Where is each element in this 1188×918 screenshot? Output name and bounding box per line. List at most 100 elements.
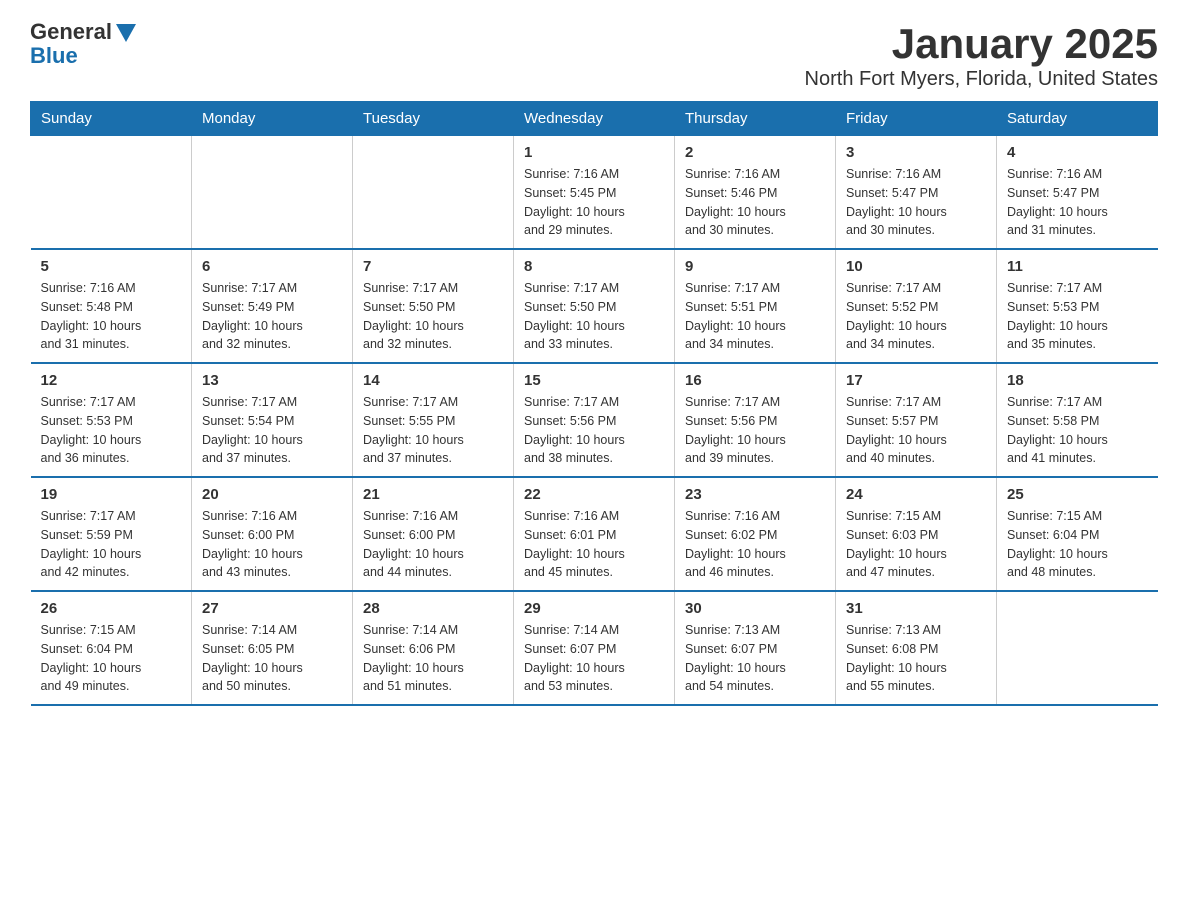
day-info: Sunrise: 7:17 AMSunset: 5:50 PMDaylight:… [524, 279, 664, 354]
weekday-header-saturday: Saturday [997, 102, 1158, 136]
day-number: 13 [202, 372, 342, 389]
calendar-cell: 21 Sunrise: 7:16 AMSunset: 6:00 PMDayligh… [353, 477, 514, 591]
day-number: 5 [41, 258, 182, 275]
calendar-cell: 6Sunrise: 7:17 AMSunset: 5:49 PMDaylight… [192, 249, 353, 363]
logo-blue: Blue [30, 44, 78, 68]
day-number: 16 [685, 372, 825, 389]
day-number: 25 [1007, 486, 1148, 503]
calendar-cell: 29 Sunrise: 7:14 AMSunset: 6:07 PMDayligh… [514, 591, 675, 705]
day-info: Sunrise: 7:17 AMSunset: 5:57 PMDaylight:… [846, 393, 986, 468]
day-info: Sunrise: 7:17 AMSunset: 5:53 PMDaylight:… [41, 393, 182, 468]
page-header: General Blue January 2025 North Fort Mye… [30, 20, 1158, 91]
day-info: Sunrise: 7:16 AMSunset: 6:00 PMDaylight:… [202, 507, 342, 582]
weekday-header-thursday: Thursday [675, 102, 836, 136]
day-info: Sunrise: 7:16 AMSunset: 6:02 PMDaylight:… [685, 507, 825, 582]
logo-general: General [30, 20, 112, 44]
day-info: Sunrise: 7:16 AMSunset: 5:46 PMDaylight:… [685, 165, 825, 240]
calendar-cell: 7 Sunrise: 7:17 AMSunset: 5:50 PMDaylight… [353, 249, 514, 363]
day-info: Sunrise: 7:16 AMSunset: 6:00 PMDaylight:… [363, 507, 503, 582]
calendar-cell: 1 Sunrise: 7:16 AMSunset: 5:45 PMDaylight… [514, 136, 675, 250]
calendar-cell: 23 Sunrise: 7:16 AMSunset: 6:02 PMDayligh… [675, 477, 836, 591]
calendar-cell [31, 136, 192, 250]
day-info: Sunrise: 7:16 AMSunset: 5:48 PMDaylight:… [41, 279, 182, 354]
day-info: Sunrise: 7:16 AMSunset: 5:47 PMDaylight:… [846, 165, 986, 240]
calendar-cell: 15Sunrise: 7:17 AMSunset: 5:56 PMDayligh… [514, 363, 675, 477]
calendar-cell: 17 Sunrise: 7:17 AMSunset: 5:57 PMDayligh… [836, 363, 997, 477]
weekday-header-tuesday: Tuesday [353, 102, 514, 136]
calendar-cell: 24Sunrise: 7:15 AMSunset: 6:03 PMDayligh… [836, 477, 997, 591]
calendar-table: SundayMondayTuesdayWednesdayThursdayFrid… [30, 101, 1158, 706]
calendar-cell: 8 Sunrise: 7:17 AMSunset: 5:50 PMDaylight… [514, 249, 675, 363]
day-number: 22 [524, 486, 664, 503]
day-info: Sunrise: 7:17 AMSunset: 5:58 PMDaylight:… [1007, 393, 1148, 468]
day-info: Sunrise: 7:13 AMSunset: 6:08 PMDaylight:… [846, 621, 986, 696]
calendar-cell [997, 591, 1158, 705]
day-number: 11 [1007, 258, 1148, 275]
day-number: 26 [41, 600, 182, 617]
calendar-cell: 16 Sunrise: 7:17 AMSunset: 5:56 PMDayligh… [675, 363, 836, 477]
day-number: 7 [363, 258, 503, 275]
calendar-cell: 30Sunrise: 7:13 AMSunset: 6:07 PMDayligh… [675, 591, 836, 705]
day-number: 1 [524, 144, 664, 161]
calendar-cell: 31Sunrise: 7:13 AMSunset: 6:08 PMDayligh… [836, 591, 997, 705]
day-number: 19 [41, 486, 182, 503]
day-number: 4 [1007, 144, 1148, 161]
calendar-cell: 12 Sunrise: 7:17 AMSunset: 5:53 PMDayligh… [31, 363, 192, 477]
weekday-header-friday: Friday [836, 102, 997, 136]
day-number: 3 [846, 144, 986, 161]
day-info: Sunrise: 7:17 AMSunset: 5:56 PMDaylight:… [685, 393, 825, 468]
calendar-body: 1 Sunrise: 7:16 AMSunset: 5:45 PMDaylight… [31, 136, 1158, 706]
calendar-week-2: 5 Sunrise: 7:16 AMSunset: 5:48 PMDaylight… [31, 249, 1158, 363]
day-info: Sunrise: 7:16 AMSunset: 5:45 PMDaylight:… [524, 165, 664, 240]
calendar-subtitle: North Fort Myers, Florida, United States [805, 68, 1158, 91]
day-info: Sunrise: 7:17 AMSunset: 5:55 PMDaylight:… [363, 393, 503, 468]
logo-triangle-icon [116, 24, 136, 42]
day-info: Sunrise: 7:17 AMSunset: 5:56 PMDaylight:… [524, 393, 664, 468]
calendar-cell: 25 Sunrise: 7:15 AMSunset: 6:04 PMDayligh… [997, 477, 1158, 591]
day-info: Sunrise: 7:17 AMSunset: 5:50 PMDaylight:… [363, 279, 503, 354]
calendar-cell: 27 Sunrise: 7:14 AMSunset: 6:05 PMDayligh… [192, 591, 353, 705]
calendar-cell: 9Sunrise: 7:17 AMSunset: 5:51 PMDaylight… [675, 249, 836, 363]
calendar-cell: 11 Sunrise: 7:17 AMSunset: 5:53 PMDayligh… [997, 249, 1158, 363]
day-number: 30 [685, 600, 825, 617]
day-number: 2 [685, 144, 825, 161]
calendar-cell: 14 Sunrise: 7:17 AMSunset: 5:55 PMDayligh… [353, 363, 514, 477]
weekday-header-monday: Monday [192, 102, 353, 136]
day-info: Sunrise: 7:14 AMSunset: 6:07 PMDaylight:… [524, 621, 664, 696]
weekday-header-sunday: Sunday [31, 102, 192, 136]
day-number: 21 [363, 486, 503, 503]
day-info: Sunrise: 7:14 AMSunset: 6:06 PMDaylight:… [363, 621, 503, 696]
calendar-cell: 2 Sunrise: 7:16 AMSunset: 5:46 PMDaylight… [675, 136, 836, 250]
day-info: Sunrise: 7:14 AMSunset: 6:05 PMDaylight:… [202, 621, 342, 696]
calendar-week-5: 26Sunrise: 7:15 AMSunset: 6:04 PMDayligh… [31, 591, 1158, 705]
calendar-cell: 22 Sunrise: 7:16 AMSunset: 6:01 PMDayligh… [514, 477, 675, 591]
day-number: 27 [202, 600, 342, 617]
weekday-header-wednesday: Wednesday [514, 102, 675, 136]
day-info: Sunrise: 7:17 AMSunset: 5:53 PMDaylight:… [1007, 279, 1148, 354]
day-number: 12 [41, 372, 182, 389]
day-number: 18 [1007, 372, 1148, 389]
title-block: January 2025 North Fort Myers, Florida, … [805, 20, 1158, 91]
calendar-cell: 28 Sunrise: 7:14 AMSunset: 6:06 PMDayligh… [353, 591, 514, 705]
day-number: 20 [202, 486, 342, 503]
calendar-cell: 18 Sunrise: 7:17 AMSunset: 5:58 PMDayligh… [997, 363, 1158, 477]
calendar-week-1: 1 Sunrise: 7:16 AMSunset: 5:45 PMDaylight… [31, 136, 1158, 250]
calendar-cell: 5 Sunrise: 7:16 AMSunset: 5:48 PMDaylight… [31, 249, 192, 363]
calendar-cell: 20 Sunrise: 7:16 AMSunset: 6:00 PMDayligh… [192, 477, 353, 591]
calendar-header: SundayMondayTuesdayWednesdayThursdayFrid… [31, 102, 1158, 136]
day-number: 14 [363, 372, 503, 389]
calendar-cell [192, 136, 353, 250]
day-number: 10 [846, 258, 986, 275]
day-number: 28 [363, 600, 503, 617]
day-number: 17 [846, 372, 986, 389]
calendar-cell [353, 136, 514, 250]
calendar-cell: 19Sunrise: 7:17 AMSunset: 5:59 PMDayligh… [31, 477, 192, 591]
day-number: 29 [524, 600, 664, 617]
calendar-cell: 10Sunrise: 7:17 AMSunset: 5:52 PMDayligh… [836, 249, 997, 363]
calendar-week-3: 12 Sunrise: 7:17 AMSunset: 5:53 PMDayligh… [31, 363, 1158, 477]
day-info: Sunrise: 7:15 AMSunset: 6:04 PMDaylight:… [1007, 507, 1148, 582]
day-number: 24 [846, 486, 986, 503]
day-info: Sunrise: 7:16 AMSunset: 6:01 PMDaylight:… [524, 507, 664, 582]
day-number: 8 [524, 258, 664, 275]
day-number: 23 [685, 486, 825, 503]
